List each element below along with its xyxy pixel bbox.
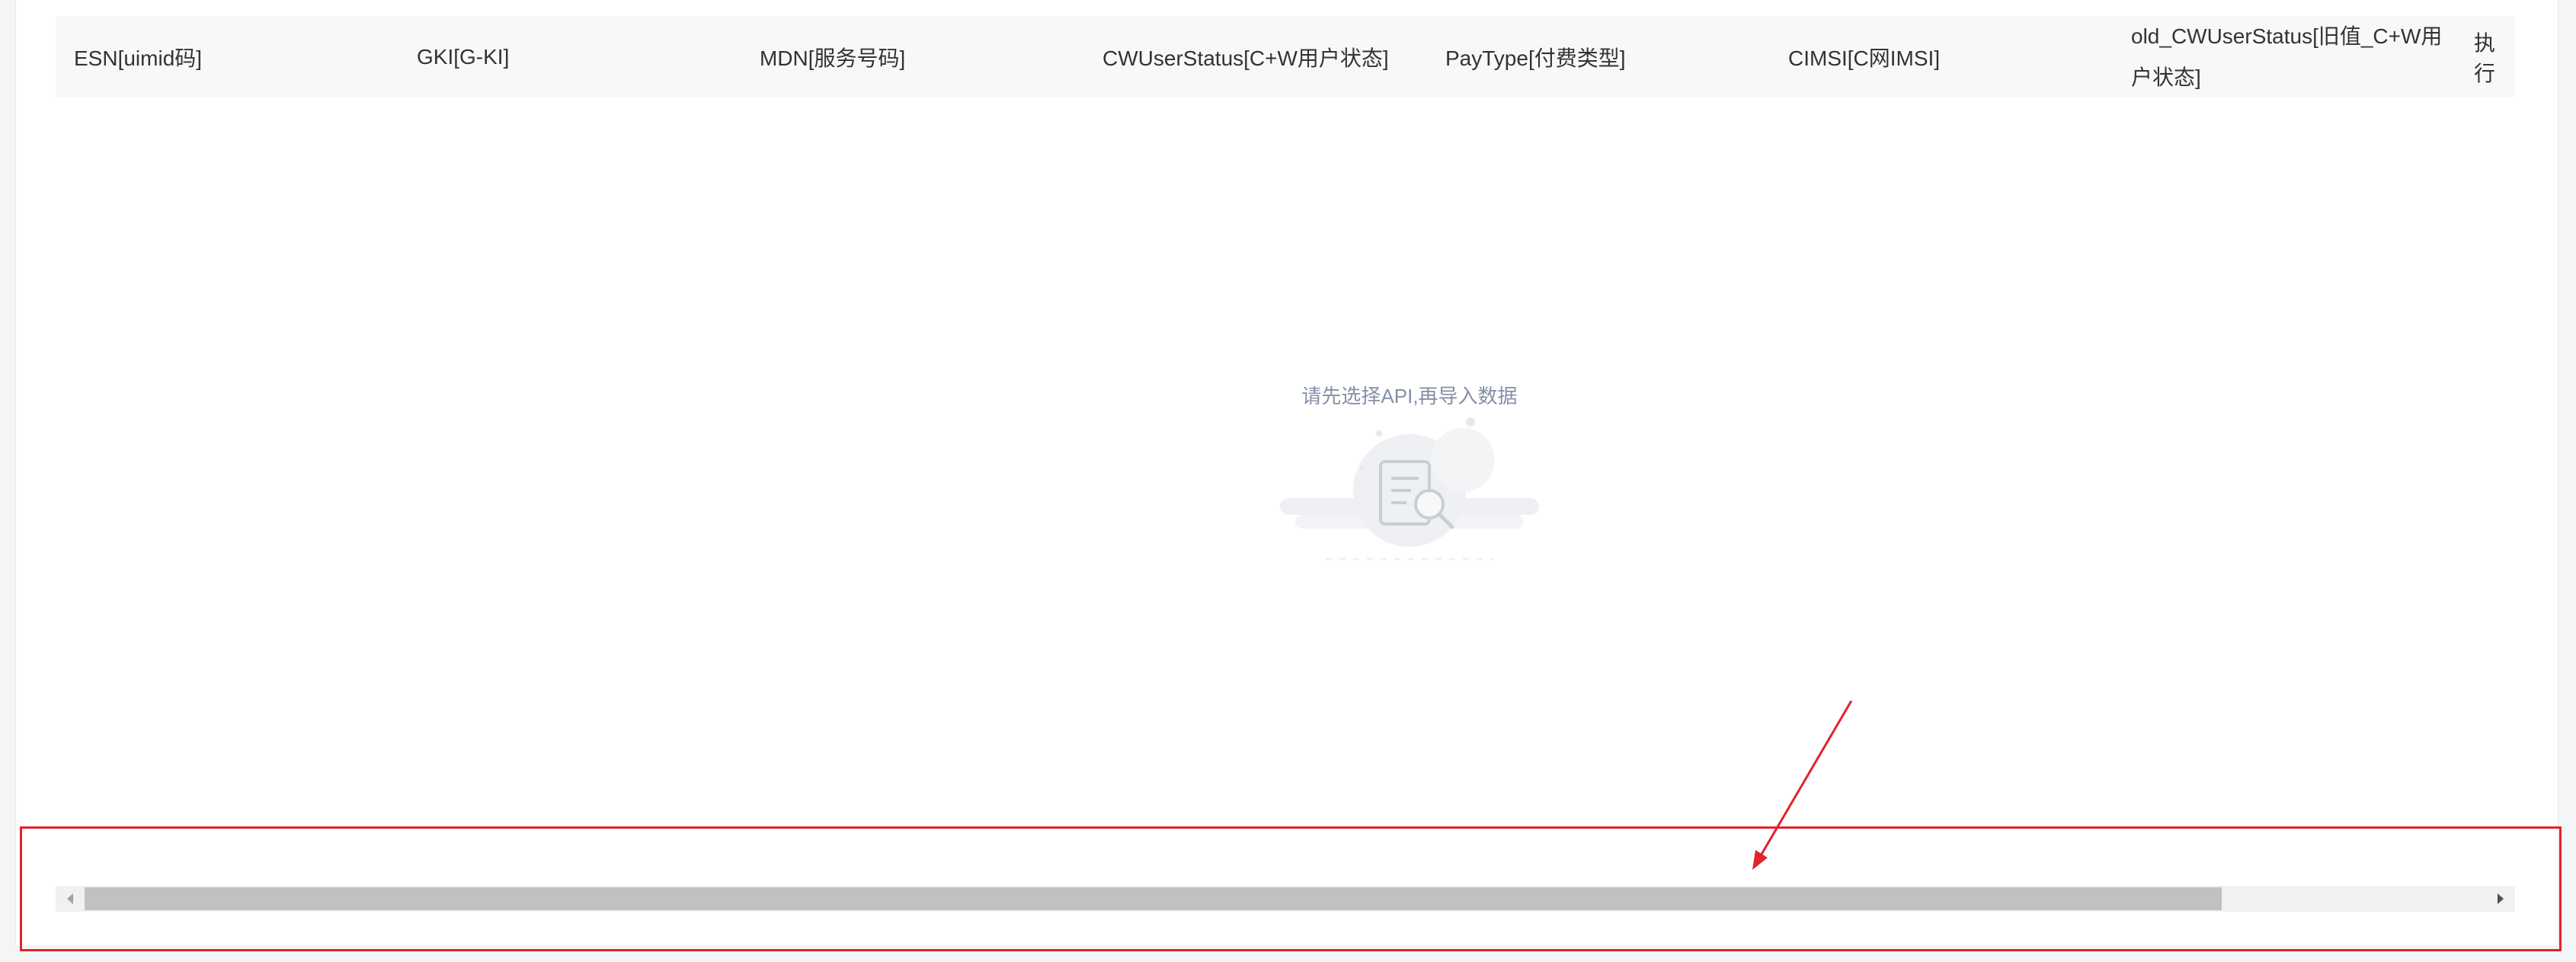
column-label: GKI[G-KI]: [417, 44, 510, 69]
column-header-old-cwuserstatus[interactable]: old_CWUserStatus[旧值_C+W用 户状态]: [2131, 16, 2459, 97]
column-label-line2: 户状态]: [2131, 65, 2201, 89]
annotation-arrow-icon: [1752, 701, 1853, 870]
column-label: ESN[uimid码]: [74, 46, 203, 70]
scrollbar-thumb[interactable]: [85, 887, 2222, 910]
column-header-paytype[interactable]: PayType[付费类型]: [1445, 16, 1626, 97]
horizontal-scrollbar[interactable]: [56, 886, 2515, 912]
empty-document-search-icon: [1280, 417, 1539, 561]
column-label: 执行: [2474, 30, 2496, 85]
empty-state: 请先选择API,再导入数据: [1280, 381, 1539, 571]
column-header-gki[interactable]: GKI[G-KI]: [417, 16, 509, 97]
column-label: PayType[付费类型]: [1445, 46, 1626, 70]
column-label: CWUserStatus[C+W用户状态]: [1102, 46, 1389, 70]
empty-state-message: 请先选择API,再导入数据: [1301, 385, 1518, 407]
table-header: ESN[uimid码] GKI[G-KI] MDN[服务号码] CWUserSt…: [56, 16, 2515, 97]
column-label: CIMSI[C网IMSI]: [1788, 46, 1941, 70]
scroll-left-icon[interactable]: [56, 886, 85, 912]
column-label: MDN[服务号码]: [760, 46, 906, 70]
column-header-cwuserstatus[interactable]: CWUserStatus[C+W用户状态]: [1102, 16, 1389, 97]
scroll-right-icon[interactable]: [2486, 886, 2515, 912]
column-header-mdn[interactable]: MDN[服务号码]: [760, 16, 905, 97]
column-header-cimsi[interactable]: CIMSI[C网IMSI]: [1788, 16, 1940, 97]
column-label: old_CWUserStatus[旧值_C+W用 户状态]: [2131, 16, 2442, 97]
column-header-esn[interactable]: ESN[uimid码]: [74, 16, 202, 97]
column-header-execute[interactable]: 执行: [2474, 16, 2515, 97]
column-label-line1: old_CWUserStatus[旧值_C+W用: [2131, 24, 2443, 48]
